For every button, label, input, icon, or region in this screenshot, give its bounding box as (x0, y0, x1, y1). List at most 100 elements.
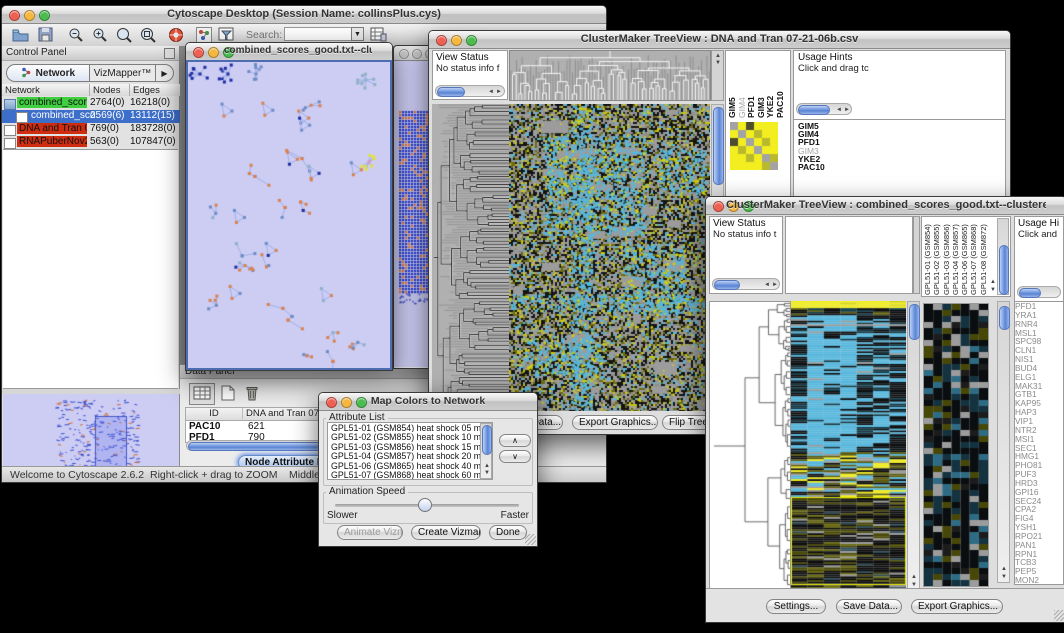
network-list-row[interactable]: RNAPuberNov2+ 563(0) 107847(0) (2, 136, 180, 149)
scroll-down-icon[interactable]: ▼ (990, 287, 996, 293)
attribute-list-item[interactable]: GPL51-07 (GSM868) heat shock 60 min (328, 470, 492, 479)
tv1-correlation-matrix[interactable] (730, 122, 778, 170)
move-up-button[interactable]: ∧ (499, 434, 531, 447)
close-icon[interactable] (713, 201, 724, 212)
float-panel-icon[interactable] (164, 48, 175, 59)
tv2-gene-label[interactable]: PUF3 (1015, 470, 1063, 479)
trash-icon[interactable] (241, 383, 263, 403)
tv2-gene-label[interactable]: SEC1 (1015, 444, 1063, 453)
map-dialog-titlebar[interactable]: Map Colors to Network (319, 393, 537, 411)
col-nodes[interactable]: Nodes (90, 84, 130, 96)
tv2-gene-label[interactable]: YRA1 (1015, 311, 1063, 320)
treeview2-titlebar[interactable]: ClusterMaker TreeView : combined_scores_… (706, 197, 1064, 215)
scroll-up-icon[interactable]: ▲ (990, 279, 996, 285)
main-titlebar[interactable]: Cytoscape Desktop (Session Name: collins… (2, 6, 606, 24)
network-list-row[interactable]: combined_sco 2569(6) 13112(15) (2, 110, 180, 123)
tv2-gene-label[interactable]: FIG4 (1015, 514, 1063, 523)
tv2-genelist-scrollbar[interactable]: ▲ ▼ (997, 301, 1010, 583)
close-icon[interactable] (326, 397, 337, 408)
scroll-down-icon[interactable]: ▼ (715, 60, 721, 66)
tv2-gene-label[interactable]: VIP1 (1015, 417, 1063, 426)
tv1-top-scroll-strip[interactable]: ▲ ▼ (711, 50, 724, 101)
tv1-row-label[interactable]: PAC10 (798, 163, 825, 171)
tv2-heatmap-canvas[interactable] (791, 301, 906, 589)
zoom-in-icon[interactable] (92, 27, 108, 48)
tv2-button[interactable]: Save Data... (836, 599, 902, 614)
tv2-gene-label[interactable]: RPN1 (1015, 550, 1063, 559)
tv2-gene-label[interactable]: PHO81 (1015, 461, 1063, 470)
tv2-gene-label[interactable]: NTR2 (1015, 426, 1063, 435)
attribute-list-item[interactable]: GPL51-06 (GSM865) heat shock 40 min (328, 461, 492, 470)
tv2-gene-label[interactable]: HMG1 (1015, 452, 1063, 461)
tv2-collabel-scroll-thumb[interactable] (999, 245, 1009, 295)
tv2-summary-strip[interactable] (923, 303, 989, 587)
tv1-column-dendrogram[interactable] (509, 50, 711, 101)
tv2-column-tree-area[interactable] (785, 216, 913, 294)
tv2-gene-label[interactable]: MON2 (1015, 576, 1063, 585)
network-list-row[interactable]: DNA and Tran 07 769(0) 183728(0) (2, 123, 180, 136)
attribute-list[interactable]: GPL51-01 (GSM854) heat shock 05 minGPL51… (327, 422, 493, 480)
tv2-gene-label[interactable]: CLN1 (1015, 346, 1063, 355)
tv2-vscrollbar[interactable]: ▲ ▼ (907, 301, 920, 591)
col-edges[interactable]: Edges (130, 84, 180, 96)
scroll-up-icon[interactable]: ▲ (1001, 566, 1007, 572)
treeview1-titlebar[interactable]: ClusterMaker TreeView : DNA and Tran 07-… (429, 31, 1010, 49)
network-view-canvas[interactable] (188, 62, 390, 368)
attribute-list-item[interactable]: GPL51-02 (GSM855) heat shock 10 min (328, 432, 492, 441)
map-dialog-button[interactable]: Animate Vizmap (337, 525, 403, 540)
open-folder-icon[interactable] (12, 27, 29, 47)
tv2-gene-label[interactable]: RPO21 (1015, 532, 1063, 541)
resize-grip[interactable] (1054, 610, 1064, 621)
tv2-gene-label[interactable]: YSH1 (1015, 523, 1063, 532)
scroll-right-icon[interactable]: ► (772, 282, 778, 288)
tv2-gene-label[interactable]: BUD4 (1015, 364, 1063, 373)
tv2-gene-label[interactable]: NIS1 (1015, 355, 1063, 364)
tv1-row-dendrogram[interactable] (432, 104, 509, 411)
minimize-icon[interactable] (412, 49, 422, 59)
tv2-genelist-scroll-thumb[interactable] (999, 306, 1010, 330)
tv1-usage-scroll-thumb[interactable] (798, 105, 830, 115)
close-icon[interactable] (399, 49, 409, 59)
zoom-out-icon[interactable] (68, 27, 84, 48)
zoom-selected-icon[interactable] (116, 27, 132, 48)
scroll-up-icon[interactable]: ▲ (715, 53, 721, 59)
tab-vizmapper[interactable]: VizMapper™ (90, 64, 156, 82)
close-icon[interactable] (9, 10, 20, 21)
scroll-down-icon[interactable]: ▼ (1001, 574, 1007, 580)
scroll-right-icon[interactable]: ► (844, 107, 850, 113)
attribute-table-icon[interactable] (189, 383, 215, 405)
tv2-button[interactable]: Settings... (766, 599, 826, 614)
map-dialog-button[interactable]: Create Vizmap (411, 525, 481, 540)
tv2-button[interactable]: Export Graphics... (911, 599, 1003, 614)
attribute-list-item[interactable]: GPL51-03 (GSM856) heat shock 15 min (328, 442, 492, 451)
save-icon[interactable] (38, 27, 53, 47)
tv2-gene-label[interactable]: TCB3 (1015, 558, 1063, 567)
scroll-up-icon[interactable]: ▲ (911, 574, 917, 580)
tv2-gene-label[interactable]: PAN1 (1015, 541, 1063, 550)
close-icon[interactable] (436, 35, 447, 46)
network-view-titlebar[interactable]: combined_scores_good.txt--cluste... (186, 43, 392, 61)
network-tree-area[interactable] (3, 149, 178, 389)
tv2-status-scrollbar[interactable]: ◄ ► (712, 278, 780, 290)
tab-network[interactable]: Network (6, 64, 90, 82)
tv2-status-scroll-thumb[interactable] (714, 280, 740, 290)
tv2-gene-label[interactable]: HRD3 (1015, 479, 1063, 488)
attribute-list-item[interactable]: GPL51-04 (GSM857) heat shock 20 min (328, 451, 492, 460)
tv2-gene-label[interactable]: MAK31 (1015, 382, 1063, 391)
col-network[interactable]: Network (2, 84, 90, 96)
scroll-left-icon[interactable]: ◄ (764, 282, 770, 288)
tv2-top-scroll-strip[interactable] (913, 216, 920, 294)
tv2-row-dendrogram[interactable] (709, 301, 791, 591)
zoom-fit-icon[interactable] (140, 27, 156, 48)
tv2-gene-label[interactable]: GTB1 (1015, 390, 1063, 399)
tv2-gene-label[interactable]: SPC98 (1015, 337, 1063, 346)
help-ring-icon[interactable] (168, 27, 184, 48)
tv2-usage-scroll-thumb[interactable] (1019, 288, 1041, 298)
network-list-row[interactable]: combined_scores 2764(0) 16218(0) (2, 97, 180, 110)
scroll-left-icon[interactable]: ◄ (488, 89, 494, 95)
tv2-gene-label[interactable]: CPA2 (1015, 505, 1063, 514)
attribute-list-scrollbar[interactable]: ▲ ▼ (480, 423, 492, 479)
resize-grip[interactable] (525, 534, 536, 545)
scroll-down-icon[interactable]: ▼ (484, 470, 490, 476)
tv2-gene-label[interactable]: MSI1 (1015, 435, 1063, 444)
